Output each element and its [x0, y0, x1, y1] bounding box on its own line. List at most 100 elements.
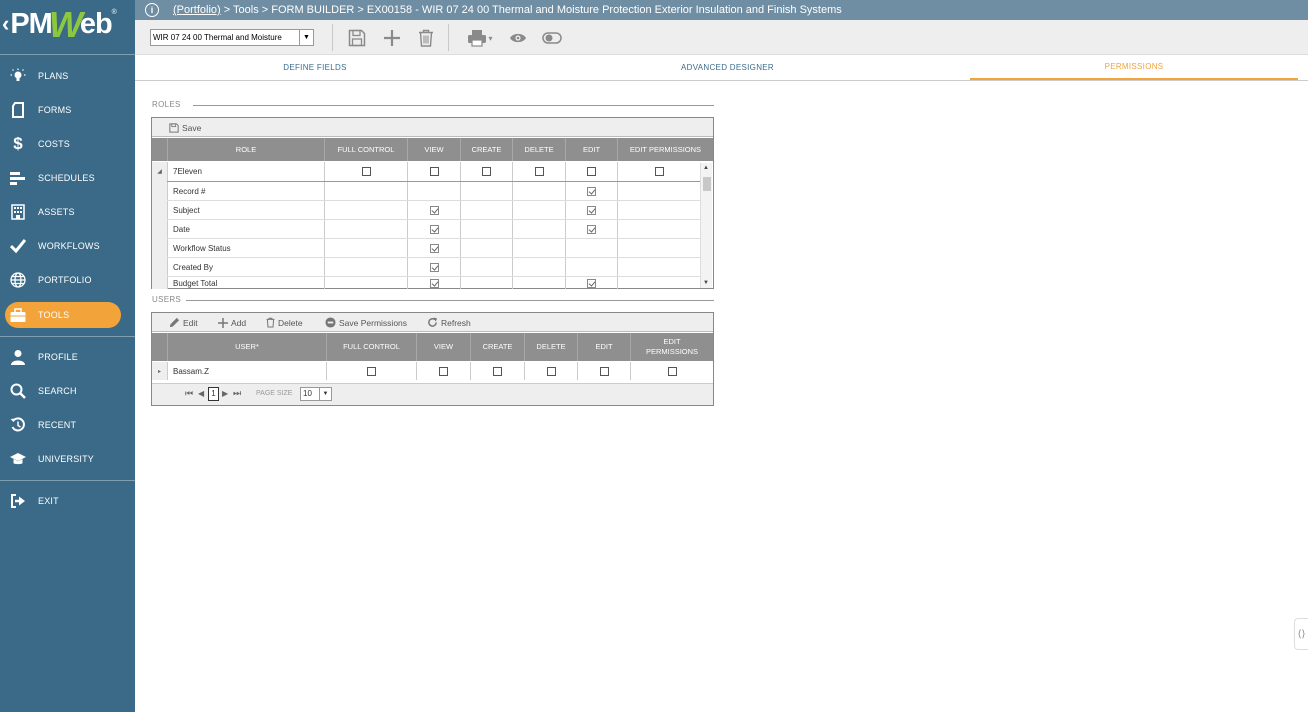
roles-grid-scrollbar[interactable]: ▲ ▼ — [700, 163, 712, 288]
field-edit-checkbox[interactable] — [587, 279, 596, 288]
table-row[interactable]: Workflow Status — [152, 239, 700, 257]
user-view-checkbox[interactable] — [439, 366, 448, 376]
sidebar-item-search[interactable]: SEARCH — [0, 377, 135, 405]
field-create-cell — [460, 182, 512, 200]
user-delete-checkbox[interactable] — [546, 366, 556, 376]
info-icon[interactable]: i — [145, 3, 159, 17]
column-header-full-control[interactable]: FULL CONTROL — [324, 138, 407, 161]
collapse-chevron-icon[interactable]: ‹ — [2, 13, 9, 35]
form-select-dropdown[interactable]: WIR 07 24 00 Thermal and Moisture ▼ — [150, 29, 314, 46]
column-header-view[interactable]: VIEW — [407, 138, 460, 161]
column-header-view[interactable]: VIEW — [416, 333, 470, 361]
column-header-edit-permissions[interactable]: EDIT PERMISSIONS — [617, 138, 713, 161]
page-number-input[interactable]: 1 — [208, 387, 219, 401]
user-edit-checkbox[interactable] — [599, 366, 609, 376]
first-page-icon[interactable]: ⏮ — [185, 388, 193, 399]
dollar-icon: $ — [13, 134, 23, 153]
sidebar-item-costs[interactable]: $ COSTS — [0, 130, 135, 158]
sidebar-item-label: SEARCH — [38, 386, 77, 396]
field-edit-checkbox[interactable] — [587, 186, 596, 196]
refresh-icon — [428, 317, 438, 327]
toggle-switch[interactable] — [542, 28, 562, 48]
sidebar-item-university[interactable]: UNIVERSITY — [0, 445, 135, 473]
field-view-checkbox[interactable] — [429, 262, 439, 272]
expand-toggle-icon[interactable]: ▸ — [152, 362, 167, 380]
role-edit-permissions-checkbox[interactable] — [654, 167, 664, 176]
column-header-create[interactable]: CREATE — [460, 138, 512, 161]
column-header-delete[interactable]: DELETE — [524, 333, 577, 361]
field-edit-checkbox[interactable] — [587, 224, 596, 234]
role-create-checkbox[interactable] — [482, 167, 491, 176]
table-row[interactable]: Budget Total — [152, 277, 700, 289]
save-button[interactable] — [347, 28, 367, 48]
last-page-icon[interactable]: ⏭ — [233, 388, 241, 399]
tab-define-fields[interactable]: DEFINE FIELDS — [165, 55, 465, 80]
user-full-control-checkbox[interactable] — [367, 366, 376, 376]
column-header-user[interactable]: USER* — [167, 333, 326, 361]
column-header-edit[interactable]: EDIT — [565, 138, 617, 161]
prev-page-icon[interactable]: ◀ — [198, 389, 204, 398]
field-view-checkbox[interactable] — [429, 243, 439, 253]
scrollbar-thumb[interactable] — [703, 177, 711, 191]
user-edit-permissions-checkbox[interactable] — [667, 366, 677, 376]
field-view-checkbox[interactable] — [429, 205, 439, 215]
field-edit-checkbox[interactable] — [587, 205, 596, 215]
column-header-edit-permissions[interactable]: EDIT PERMISSIONS — [630, 333, 713, 361]
users-delete-button[interactable]: Delete — [266, 316, 303, 329]
scroll-down-arrow-icon[interactable]: ▼ — [703, 280, 709, 286]
role-view-checkbox[interactable] — [429, 167, 439, 176]
expand-toggle-icon[interactable]: ◢ — [152, 162, 167, 181]
sidebar-item-profile[interactable]: PROFILE — [0, 343, 135, 371]
header-bar: i (Portfolio) > Tools > FORM BUILDER > E… — [135, 0, 1308, 20]
scroll-up-arrow-icon[interactable]: ▲ — [703, 165, 709, 171]
save-permissions-button[interactable]: Save Permissions — [325, 316, 407, 329]
user-create-checkbox[interactable] — [493, 366, 502, 376]
table-row[interactable]: Created By — [152, 258, 700, 276]
field-edit-permissions-cell — [617, 182, 700, 200]
sidebar-item-forms[interactable]: FORMS — [0, 96, 135, 124]
role-edit-checkbox[interactable] — [587, 167, 596, 176]
users-edit-button[interactable]: Edit — [169, 316, 198, 329]
column-header-full-control[interactable]: FULL CONTROL — [326, 333, 416, 361]
users-grid-header: USER* FULL CONTROL VIEW CREATE DELETE ED… — [152, 333, 713, 361]
preview-button[interactable] — [508, 28, 528, 48]
table-row[interactable]: Subject — [152, 201, 700, 219]
add-button[interactable] — [382, 28, 402, 48]
field-view-checkbox[interactable] — [429, 224, 439, 234]
sidebar-item-schedules[interactable]: SCHEDULES — [0, 164, 135, 192]
table-row[interactable]: ▸ Bassam.Z — [152, 362, 713, 380]
tab-permissions[interactable]: PERMISSIONS — [970, 55, 1298, 80]
sidebar-item-workflows[interactable]: WORKFLOWS — [0, 232, 135, 260]
table-row[interactable]: Record # — [152, 182, 700, 200]
role-delete-checkbox[interactable] — [534, 167, 544, 176]
tab-advanced-designer[interactable]: ADVANCED DESIGNER — [575, 55, 880, 80]
chevron-down-icon[interactable]: ▼ — [319, 388, 331, 400]
breadcrumb-portfolio-link[interactable]: (Portfolio) — [173, 4, 221, 16]
next-page-icon[interactable]: ▶ — [222, 389, 228, 398]
sidebar-item-tools[interactable]: TOOLS — [5, 302, 121, 328]
column-header-create[interactable]: CREATE — [470, 333, 524, 361]
column-header-role[interactable]: ROLE — [167, 138, 324, 161]
delete-button[interactable] — [416, 28, 436, 48]
chevron-down-icon[interactable]: ▼ — [299, 30, 313, 45]
expand-panel-handle-icon[interactable]: ⟨⟩ — [1294, 618, 1308, 650]
role-full-control-checkbox[interactable] — [361, 167, 371, 176]
page-size-select[interactable]: 10 ▼ — [300, 387, 332, 401]
users-add-button[interactable]: Add — [218, 316, 246, 329]
print-button[interactable]: ▾ — [465, 28, 495, 48]
pmweb-logo[interactable]: ‹ PM W eb ® — [2, 4, 132, 45]
sidebar-item-recent[interactable]: RECENT — [0, 411, 135, 439]
section-divider — [186, 300, 714, 301]
sidebar-item-portfolio[interactable]: PORTFOLIO — [0, 266, 135, 294]
sidebar-item-exit[interactable]: EXIT — [0, 487, 135, 515]
column-header-delete[interactable]: DELETE — [512, 138, 565, 161]
refresh-button[interactable]: Refresh — [427, 316, 471, 329]
column-header-edit[interactable]: EDIT — [577, 333, 630, 361]
minus-circle-icon — [325, 317, 336, 328]
field-view-checkbox[interactable] — [429, 279, 439, 288]
sidebar-item-plans[interactable]: PLANS — [0, 62, 135, 90]
roles-save-button[interactable]: Save — [169, 121, 201, 134]
sidebar-item-assets[interactable]: ASSETS — [0, 198, 135, 226]
table-row[interactable]: Date — [152, 220, 700, 238]
role-group-row[interactable]: ◢ 7Eleven — [152, 162, 700, 181]
